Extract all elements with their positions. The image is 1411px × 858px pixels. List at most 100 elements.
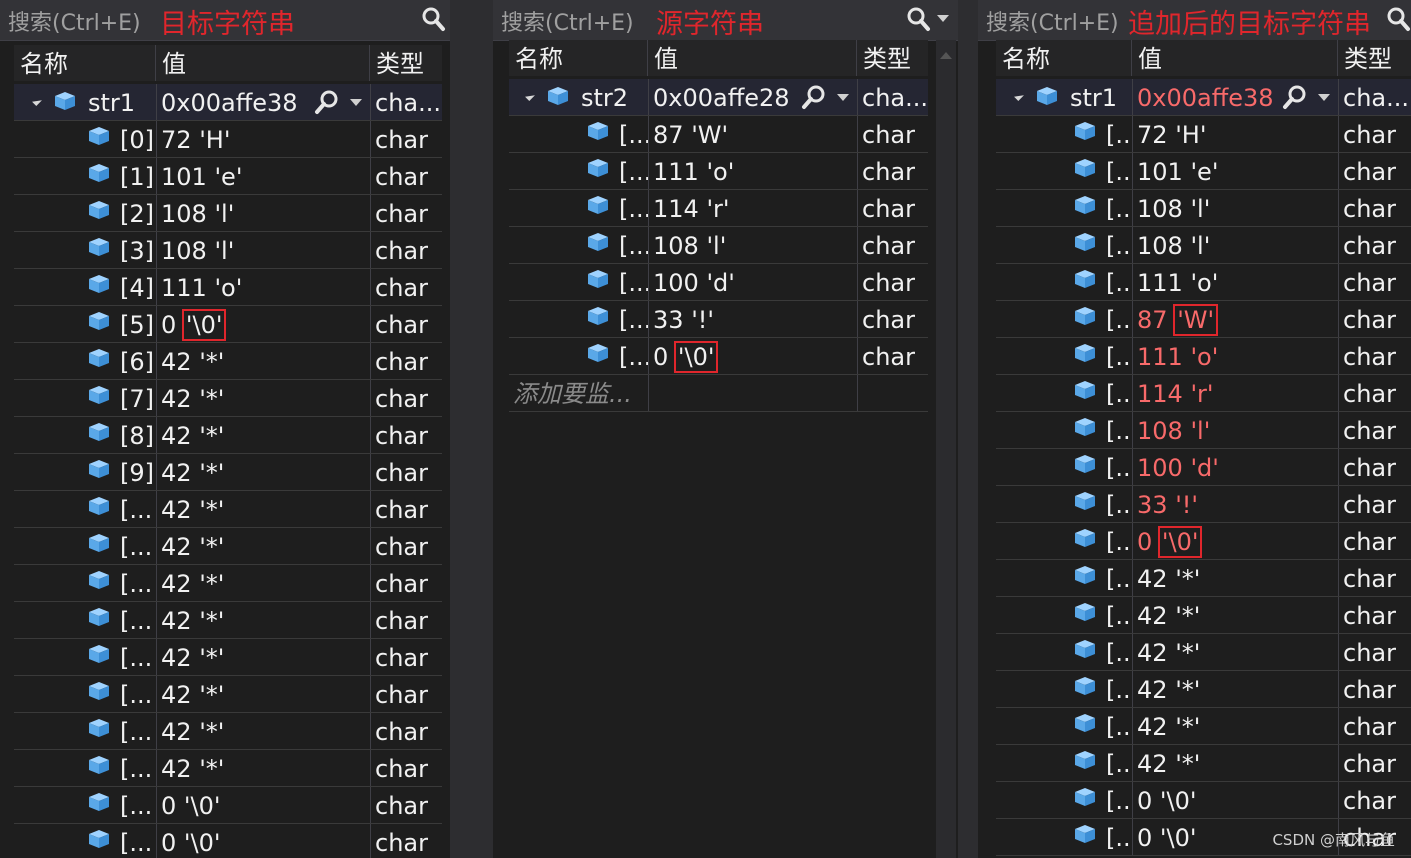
table-row[interactable]: [...72 'H'char <box>996 116 1411 153</box>
element-value[interactable]: 114 'r' <box>1137 375 1338 411</box>
table-row[interactable]: [6] 42 '*' char <box>14 343 442 380</box>
element-value[interactable]: 114 'r' <box>653 190 857 226</box>
table-row[interactable]: [...111 'o'char <box>996 338 1411 375</box>
table-row[interactable]: [...108 'l'char <box>509 227 928 264</box>
table-row[interactable]: [...111 'o'char <box>996 264 1411 301</box>
variable-value[interactable]: 0x00affe38 ... <box>161 84 305 120</box>
element-value[interactable]: 101 'e' <box>1137 153 1338 189</box>
visualizer-magnifier-icon[interactable] <box>314 89 340 115</box>
tree-row-root[interactable]: str1 0x00affe38 ... cha... <box>14 84 442 121</box>
element-value[interactable]: 101 'e' <box>161 158 370 194</box>
table-row[interactable]: [...42 '*'char <box>14 528 442 565</box>
element-value[interactable]: 42 '*' <box>1137 745 1338 781</box>
element-value[interactable]: 42 '*' <box>161 713 370 749</box>
element-value[interactable]: 42 '*' <box>161 417 370 453</box>
element-value[interactable]: 42 '*' <box>161 491 370 527</box>
header-type[interactable]: 类型 <box>857 40 928 76</box>
table-row[interactable]: [...42 '*'char <box>14 565 442 602</box>
header-type[interactable]: 类型 <box>370 45 442 81</box>
table-row[interactable]: [...108 'l'char <box>996 412 1411 449</box>
table-row[interactable]: [...42 '*'char <box>996 708 1411 745</box>
element-value[interactable]: 108 'l' <box>1137 190 1338 226</box>
table-row[interactable]: [...111 'o'char <box>509 153 928 190</box>
search-options-chevron-down-icon[interactable] <box>937 15 949 22</box>
table-row[interactable]: [...87 'W'char <box>509 116 928 153</box>
tree-row-root[interactable]: str2 0x00affe28... cha... <box>509 79 928 116</box>
element-value[interactable]: 87 'W' <box>1137 301 1338 337</box>
element-value[interactable]: 108 'l' <box>161 232 370 268</box>
table-row[interactable]: [...0 '\0'char <box>14 787 442 824</box>
element-value[interactable]: 42 '*' <box>161 380 370 416</box>
table-row[interactable]: [...42 '*'char <box>14 491 442 528</box>
expand-triangle-icon[interactable] <box>32 96 42 106</box>
search-input[interactable]: 搜索(Ctrl+E) <box>501 5 634 37</box>
element-value[interactable]: 108 'l' <box>161 195 370 231</box>
element-value[interactable]: 42 '*' <box>1137 560 1338 596</box>
element-value[interactable]: 111 'o' <box>1137 338 1338 374</box>
header-value[interactable]: 值 <box>1132 40 1338 76</box>
search-input[interactable]: 搜索(Ctrl+E) <box>8 5 141 37</box>
table-row[interactable]: [5] 0 '\0' char <box>14 306 442 343</box>
table-row[interactable]: [...42 '*'char <box>14 602 442 639</box>
element-value[interactable]: 72 'H' <box>1137 116 1338 152</box>
add-watch-row[interactable]: 添加要监... <box>509 375 928 412</box>
element-value[interactable]: 108 'l' <box>1137 227 1338 263</box>
table-row[interactable]: [7] 42 '*' char <box>14 380 442 417</box>
element-value[interactable]: 100 'd' <box>653 264 857 300</box>
element-value[interactable]: 42 '*' <box>161 639 370 675</box>
element-value[interactable]: 100 'd' <box>1137 449 1338 485</box>
table-row[interactable]: [...42 '*'char <box>996 560 1411 597</box>
element-value[interactable]: 0 '\0' <box>161 306 370 342</box>
header-value[interactable]: 值 <box>648 40 857 76</box>
table-row[interactable]: [...33 '!'char <box>996 486 1411 523</box>
search-icon[interactable] <box>1385 6 1411 32</box>
element-value[interactable]: 42 '*' <box>161 602 370 638</box>
header-name[interactable]: 名称 <box>996 40 1132 76</box>
table-row[interactable]: [...100 'd'char <box>509 264 928 301</box>
visualizer-magnifier-icon[interactable] <box>801 84 827 110</box>
table-row[interactable]: [...42 '*'char <box>14 639 442 676</box>
table-row[interactable]: [...42 '*'char <box>14 713 442 750</box>
variable-value[interactable]: 0x00affe28... <box>653 79 792 115</box>
search-icon[interactable] <box>420 6 446 32</box>
element-value[interactable]: 33 '!' <box>1137 486 1338 522</box>
table-row[interactable]: [...108 'l'char <box>996 227 1411 264</box>
element-value[interactable]: 87 'W' <box>653 116 857 152</box>
header-value[interactable]: 值 <box>156 45 370 81</box>
table-row[interactable]: [...114 'r'char <box>509 190 928 227</box>
element-value[interactable]: 72 'H' <box>161 121 370 157</box>
element-value[interactable]: 42 '*' <box>161 750 370 786</box>
visualizer-chevron-down-icon[interactable] <box>837 94 849 101</box>
variable-value[interactable]: 0x00affe38... <box>1137 79 1273 115</box>
table-row[interactable]: [...87 'W'char <box>996 301 1411 338</box>
table-row[interactable]: [8] 42 '*' char <box>14 417 442 454</box>
element-value[interactable]: 0 '\0' <box>1137 523 1338 559</box>
header-type[interactable]: 类型 <box>1338 40 1411 76</box>
table-row[interactable]: [...100 'd'char <box>996 449 1411 486</box>
element-value[interactable]: 108 'l' <box>653 227 857 263</box>
search-input[interactable]: 搜索(Ctrl+E) <box>986 5 1119 37</box>
vertical-scrollbar[interactable] <box>936 40 956 858</box>
element-value[interactable]: 42 '*' <box>1137 597 1338 633</box>
table-row[interactable]: [...42 '*'char <box>14 676 442 713</box>
table-row[interactable]: [1] 101 'e' char <box>14 158 442 195</box>
element-value[interactable]: 42 '*' <box>161 454 370 490</box>
element-value[interactable]: 108 'l' <box>1137 412 1338 448</box>
table-row[interactable]: [...42 '*'char <box>996 597 1411 634</box>
table-row[interactable]: [...42 '*'char <box>996 671 1411 708</box>
expand-triangle-icon[interactable] <box>1014 91 1024 101</box>
table-row[interactable]: [...0 '\0'char <box>14 824 442 858</box>
visualizer-chevron-down-icon[interactable] <box>1318 94 1330 101</box>
table-row[interactable]: [...0 '\0'char <box>996 523 1411 560</box>
table-row[interactable]: [...114 'r'char <box>996 375 1411 412</box>
element-value[interactable]: 42 '*' <box>1137 708 1338 744</box>
element-value[interactable]: 33 '!' <box>653 301 857 337</box>
visualizer-magnifier-icon[interactable] <box>1282 84 1308 110</box>
element-value[interactable]: 0 '\0' <box>161 824 370 858</box>
table-row[interactable]: [...42 '*'char <box>14 750 442 787</box>
table-row[interactable]: [...33 '!'char <box>509 301 928 338</box>
table-row[interactable]: [...108 'l'char <box>996 190 1411 227</box>
element-value[interactable]: 42 '*' <box>161 676 370 712</box>
element-value[interactable]: 111 'o' <box>653 153 857 189</box>
scroll-up-arrow-icon[interactable] <box>940 52 952 59</box>
